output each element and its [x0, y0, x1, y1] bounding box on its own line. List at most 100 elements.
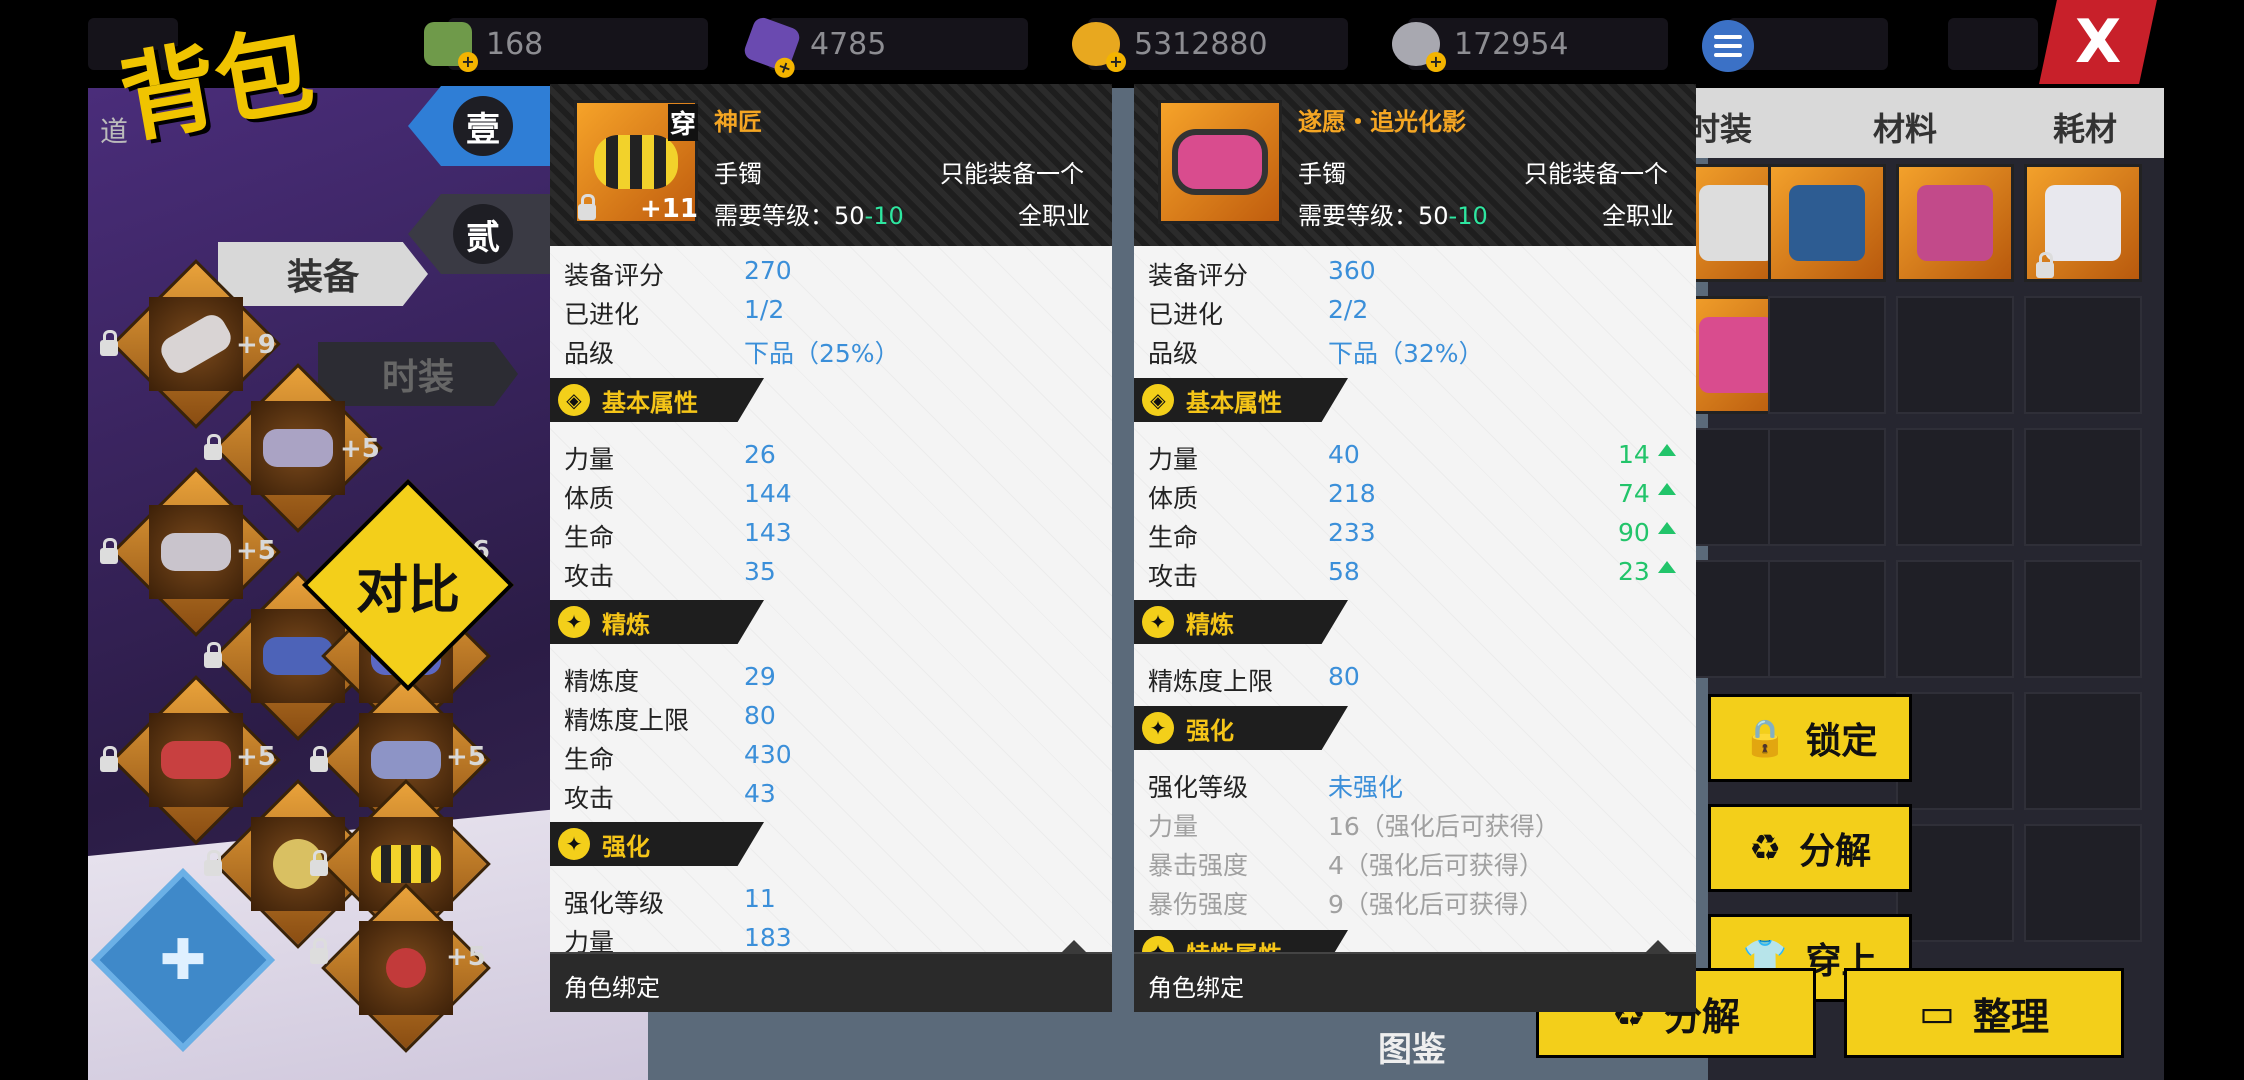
belt-icon — [263, 429, 333, 467]
stat-increase: 90 — [1618, 518, 1676, 547]
lock-icon — [100, 330, 118, 356]
stat-key: 已进化 — [1148, 300, 1224, 329]
plus-icon[interactable]: + — [458, 52, 478, 72]
lock-icon — [204, 850, 222, 876]
currency-silver[interactable]: + 172954 — [1392, 14, 1569, 74]
tab-equipment[interactable]: 装备 — [218, 242, 428, 306]
item-stats[interactable]: 装备评分 360 已进化 2/2 品级 下品（32%） ◈ 基本属性 力量 40 14 体质… — [1134, 246, 1696, 954]
game-screen: + 168 + 4785 + 5312880 + 172954 X 背包 壹 贰… — [88, 0, 2164, 1080]
bracelet-icon — [1172, 129, 1268, 195]
inventory-cell[interactable] — [1768, 428, 1886, 546]
item-footer: 角色绑定 — [1134, 940, 1696, 1012]
stat-key: 生命 — [1148, 523, 1199, 552]
tab-fashion[interactable]: 时装 — [318, 342, 518, 406]
inventory-cell[interactable] — [1896, 296, 2014, 414]
lock-button-label: 锁定 — [1805, 721, 1878, 762]
lock-button[interactable]: 🔒 锁定 — [1708, 694, 1912, 782]
arrow-up-icon — [1657, 561, 1676, 573]
section-label: 精炼 — [602, 610, 650, 639]
star-icon: ✦ — [1142, 712, 1174, 744]
stat-key: 精炼度上限 — [1148, 667, 1274, 696]
tab-inv-consumables[interactable]: 耗材 — [2053, 104, 2117, 150]
stat-key: 攻击 — [564, 784, 615, 813]
enhance-level: +5 — [446, 742, 486, 772]
lock-icon — [578, 194, 596, 220]
stat-value: 下品（32%） — [1328, 339, 1484, 368]
arrow-up-icon — [1657, 444, 1676, 456]
section-enhance: ✦ 强化 — [550, 822, 764, 866]
stat-value: 270 — [744, 256, 792, 285]
star-icon: ✦ — [1142, 606, 1174, 638]
currency-value: 172954 — [1454, 26, 1569, 62]
inventory-cell[interactable] — [2024, 428, 2142, 546]
inventory-cell[interactable] — [1896, 428, 2014, 546]
stat-key: 力量 — [1148, 445, 1199, 474]
equipped-badge: 穿 — [668, 104, 699, 141]
binding-label: 角色绑定 — [1148, 974, 1244, 1002]
plus-icon[interactable]: + — [1106, 52, 1126, 72]
tab-fashion-label: 时装 — [381, 357, 454, 398]
stat-key: 强化等级 — [1148, 773, 1249, 802]
section-refine: ✦ 精炼 — [550, 600, 764, 644]
close-button[interactable]: X — [2039, 0, 2157, 84]
tab-set-one-label: 壹 — [453, 96, 513, 156]
section-basic: ◈ 基本属性 — [1134, 378, 1348, 422]
currency-cash[interactable]: + 168 — [424, 14, 543, 74]
inventory-cell[interactable] — [1768, 164, 1886, 282]
tab-equipment-label: 装备 — [286, 257, 359, 298]
enhance-level: +5 — [446, 942, 486, 972]
lock-icon — [2036, 252, 2054, 278]
stat-value: 4（强化后可获得） — [1328, 851, 1544, 880]
necklace-icon — [386, 948, 426, 988]
currency-gold[interactable]: + 5312880 — [1072, 14, 1268, 74]
chevron-up-icon[interactable] — [1060, 940, 1088, 954]
inventory-cell[interactable] — [1896, 560, 2014, 678]
coat-icon — [2045, 185, 2121, 261]
stat-key: 体质 — [564, 484, 615, 513]
stat-key: 暴伤强度 — [1148, 890, 1249, 919]
inventory-cell[interactable] — [1896, 692, 2014, 810]
section-label: 强化 — [602, 832, 650, 861]
stat-row: 体质 218 74 — [1148, 479, 1678, 513]
inventory-cell[interactable] — [2024, 296, 2142, 414]
menu-button[interactable] — [1702, 20, 1754, 72]
stat-value: 26 — [744, 440, 776, 469]
currency-bar: + 168 + 4785 + 5312880 + 172954 X — [88, 0, 2164, 88]
chevron-up-icon[interactable] — [1644, 940, 1672, 954]
item-requirement: 需要等级：50-10 — [714, 196, 904, 231]
compare-label: 对比 — [355, 560, 460, 621]
item-job: 全职业 — [1018, 202, 1090, 230]
currency-crystal[interactable]: + 4785 — [741, 14, 886, 81]
increase-value: 14 — [1618, 440, 1650, 469]
item-stats[interactable]: 装备评分 270 已进化 1/2 品级 下品（25%） ◈ 基本属性 力量 26 体质 14… — [550, 246, 1112, 954]
inventory-cell[interactable] — [1768, 560, 1886, 678]
atlas-button[interactable]: 图鉴 — [1378, 1022, 1446, 1071]
bar-slot — [1948, 18, 2038, 70]
tab-inv-fashion[interactable]: 时装 — [1688, 104, 1752, 150]
stat-value: 下品（25%） — [744, 339, 900, 368]
inventory-cell[interactable] — [2024, 692, 2142, 810]
inventory-cell[interactable] — [1768, 296, 1886, 414]
inventory-cell[interactable] — [1896, 824, 2014, 942]
inventory-cell[interactable] — [2024, 824, 2142, 942]
enhance-level: +5 — [340, 434, 380, 464]
stat-value: 218 — [1328, 479, 1376, 508]
plus-icon[interactable]: + — [1426, 52, 1446, 72]
section-label: 基本属性 — [602, 388, 698, 417]
stat-key: 精炼度 — [564, 667, 640, 696]
inventory-cell[interactable] — [1896, 164, 2014, 282]
stat-value: 58 — [1328, 557, 1360, 586]
plus-icon[interactable]: + — [771, 54, 798, 81]
tab-inv-materials[interactable]: 材料 — [1873, 104, 1937, 150]
sort-button[interactable]: ▭ 整理 — [1844, 968, 2124, 1058]
stat-increase: 74 — [1618, 479, 1676, 508]
item-detail-compare: 遂愿・追光化影 手镯 只能装备一个 需要等级：50-10 全职业 装备评分 360… — [1134, 84, 1696, 1012]
cube-icon: ◈ — [558, 384, 590, 416]
stat-key: 攻击 — [564, 562, 615, 591]
section-refine: ✦ 精炼 — [1134, 600, 1348, 644]
stat-value: 233 — [1328, 518, 1376, 547]
sort-label: 整理 — [1972, 994, 2049, 1039]
stat-value: 11 — [744, 884, 776, 913]
inventory-cell[interactable] — [2024, 560, 2142, 678]
decompose-button[interactable]: ♻ 分解 — [1708, 804, 1912, 892]
